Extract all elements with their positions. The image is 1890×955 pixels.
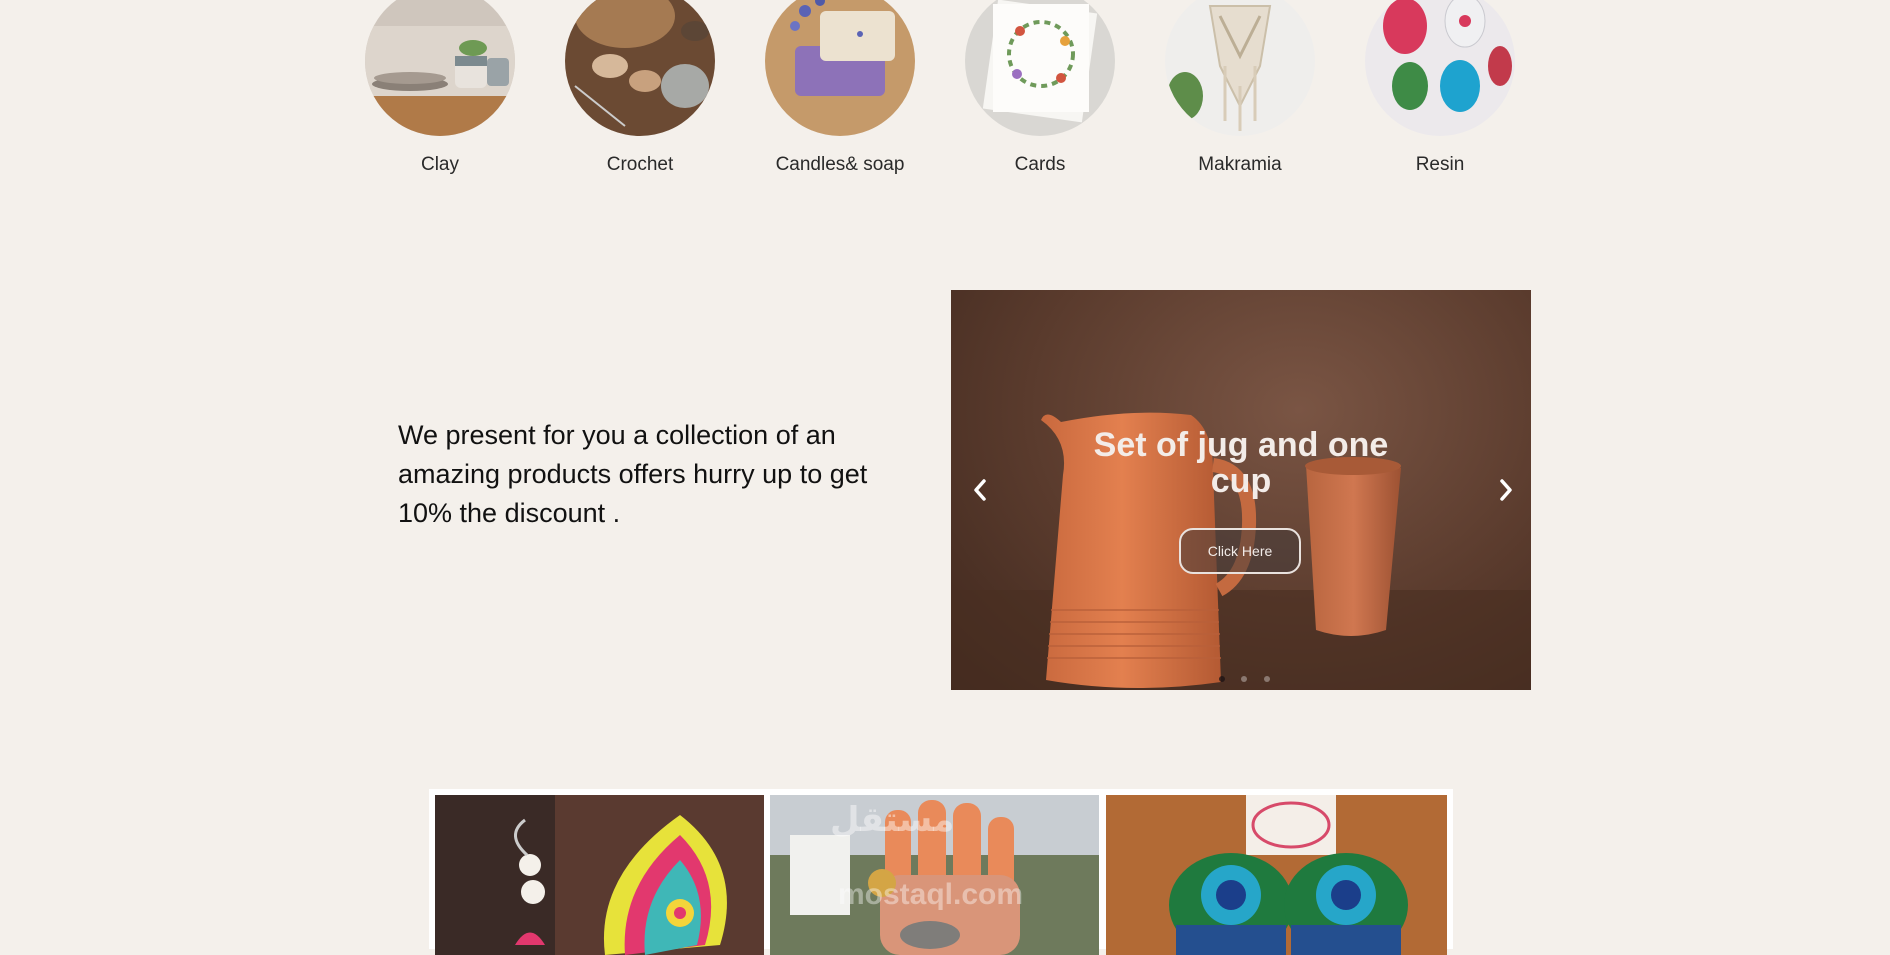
slide-title: Set of jug and one cup	[951, 427, 1531, 499]
category-label: Crochet	[606, 154, 674, 175]
slider-prev-button[interactable]	[965, 473, 995, 507]
promo-text: We present for you a collection of an am…	[398, 420, 868, 528]
slider-dot-3[interactable]	[1263, 676, 1270, 682]
resin-image	[1365, 0, 1515, 136]
slider-indicators	[1219, 669, 1282, 682]
category-label: Resin	[1415, 154, 1465, 175]
crochet-earrings-image[interactable]	[435, 795, 764, 955]
category-candles-soap[interactable]: Candles& soap	[755, 0, 925, 176]
watermark-arabic: مستقل	[830, 801, 955, 839]
slider-next-button[interactable]	[1491, 473, 1521, 507]
candles-soap-image	[765, 0, 915, 136]
chevron-left-icon	[974, 479, 986, 501]
slide-title-line1: Set of jug and one	[1093, 426, 1389, 464]
cards-image	[965, 0, 1115, 136]
category-cards[interactable]: Cards	[955, 0, 1125, 176]
category-row: Clay Crochet Candles& soap Cards Makrami…	[0, 0, 1890, 190]
category-clay[interactable]: Clay	[355, 0, 525, 176]
category-label: Candles& soap	[775, 154, 905, 175]
product-slider[interactable]: Set of jug and one cup Click Here	[951, 290, 1531, 690]
watermark-site: mostaql.com	[838, 878, 1024, 911]
category-makramia[interactable]: Makramia	[1155, 0, 1325, 176]
click-here-button[interactable]: Click Here	[1179, 528, 1301, 574]
category-label: Makramia	[1198, 154, 1282, 175]
slider-dot-1[interactable]	[1219, 676, 1225, 682]
slide-title-line2: cup	[1210, 462, 1272, 500]
makramia-image	[1165, 0, 1315, 136]
peacock-earrings-image[interactable]	[1106, 795, 1447, 955]
clay-image	[365, 0, 515, 136]
category-resin[interactable]: Resin	[1355, 0, 1525, 176]
category-label: Clay	[420, 154, 459, 175]
category-label: Cards	[1014, 154, 1066, 175]
chevron-right-icon	[1500, 479, 1512, 501]
category-crochet[interactable]: Crochet	[555, 0, 725, 176]
crochet-image	[565, 0, 715, 136]
